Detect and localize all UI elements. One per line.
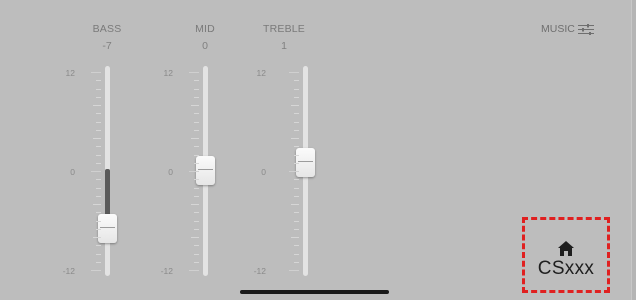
scale-tick — [191, 204, 199, 205]
scale-tick — [294, 187, 299, 189]
scale-tick — [93, 237, 101, 238]
scale-tick — [96, 88, 101, 90]
scale-tick — [96, 212, 101, 214]
band-bass: BASS -7 12 0 -12 — [57, 0, 157, 300]
panel-edge — [631, 0, 636, 300]
scale-tick — [96, 113, 101, 115]
scale-tick — [194, 113, 199, 115]
scale-tick — [96, 96, 101, 98]
home-indicator-bar[interactable] — [240, 290, 389, 294]
scale-tick — [294, 146, 299, 148]
scale-tick — [194, 129, 199, 131]
scale-tick — [194, 121, 199, 123]
scale-tick — [294, 154, 299, 156]
scale-tick — [194, 187, 199, 189]
band-value-bass: -7 — [102, 40, 112, 52]
scale-tick — [96, 179, 101, 181]
tick-label-max: 12 — [65, 68, 75, 78]
tick-label-max: 12 — [256, 68, 266, 78]
scale-tick — [96, 121, 101, 123]
scale-tick — [96, 245, 101, 247]
scale-tick — [93, 138, 101, 139]
scale-tick — [96, 228, 101, 230]
tick-label-zero: 0 — [261, 167, 266, 177]
scale-tick — [194, 253, 199, 255]
scale-tick — [289, 72, 299, 73]
scale-tick — [96, 146, 101, 148]
scale-tick — [96, 129, 101, 131]
scale-tick — [96, 154, 101, 156]
scale-tick — [191, 138, 199, 139]
scale-tick — [189, 171, 199, 172]
scale-tick — [93, 204, 101, 205]
scale-tick — [294, 96, 299, 98]
scale-tick — [194, 146, 199, 148]
scale-tick — [194, 162, 199, 164]
home-icon — [558, 240, 574, 256]
scale-tick — [194, 212, 199, 214]
scale-tick — [294, 245, 299, 247]
scale-tick — [96, 80, 101, 82]
scale-tick — [289, 270, 299, 271]
scale-tick — [194, 88, 199, 90]
scale-tick — [294, 129, 299, 131]
tick-label-max: 12 — [163, 68, 173, 78]
scale-tick — [294, 261, 299, 263]
scale-tick — [91, 72, 101, 73]
scale-tick — [291, 237, 299, 238]
scale-tick — [194, 80, 199, 82]
scale-tick — [96, 253, 101, 255]
scale-tick — [91, 171, 101, 172]
scale-tick — [294, 220, 299, 222]
scale-tick — [294, 195, 299, 197]
scale-tick — [96, 162, 101, 164]
scale-tick — [294, 212, 299, 214]
scale-tick — [96, 261, 101, 263]
band-value-treble: 1 — [281, 40, 287, 52]
scale-tick — [189, 270, 199, 271]
scale-tick — [289, 171, 299, 172]
scale-tick — [194, 261, 199, 263]
scale-tick — [294, 179, 299, 181]
scale-tick — [189, 72, 199, 73]
scale-tick — [194, 220, 199, 222]
sound-mode-label: MUSIC — [541, 23, 575, 35]
tick-label-min: -12 — [160, 266, 173, 276]
scale-tick — [294, 88, 299, 90]
scale-tick — [294, 162, 299, 164]
scale-tick — [194, 154, 199, 156]
band-treble: TREBLE 1 12 0 -12 — [234, 0, 334, 300]
scale-tick — [294, 253, 299, 255]
scale-tick — [294, 113, 299, 115]
scale-tick — [294, 228, 299, 230]
scale-tick — [194, 195, 199, 197]
scale-tick — [191, 105, 199, 106]
scale-tick — [91, 270, 101, 271]
scale-tick — [96, 195, 101, 197]
tick-label-min: -12 — [62, 266, 75, 276]
scale-tick — [194, 228, 199, 230]
home-shortcut-button[interactable]: CSxxx — [522, 217, 610, 293]
tick-label-zero: 0 — [168, 167, 173, 177]
scale-tick — [194, 96, 199, 98]
tick-label-min: -12 — [253, 266, 266, 276]
band-name-bass: BASS — [92, 23, 122, 35]
scale-tick — [294, 80, 299, 82]
scale-tick — [93, 105, 101, 106]
scale-tick — [291, 138, 299, 139]
band-name-treble: TREBLE — [262, 23, 306, 35]
scale-tick — [194, 245, 199, 247]
home-shortcut-label: CSxxx — [537, 257, 595, 279]
scale-tick — [291, 105, 299, 106]
scale-tick — [96, 187, 101, 189]
tick-label-zero: 0 — [70, 167, 75, 177]
scale-tick — [291, 204, 299, 205]
scale-tick — [96, 220, 101, 222]
scale-tick — [194, 179, 199, 181]
scale-tick — [294, 121, 299, 123]
sliders-icon — [577, 23, 594, 35]
scale-tick — [191, 237, 199, 238]
sound-mode-button[interactable]: MUSIC — [541, 23, 594, 35]
